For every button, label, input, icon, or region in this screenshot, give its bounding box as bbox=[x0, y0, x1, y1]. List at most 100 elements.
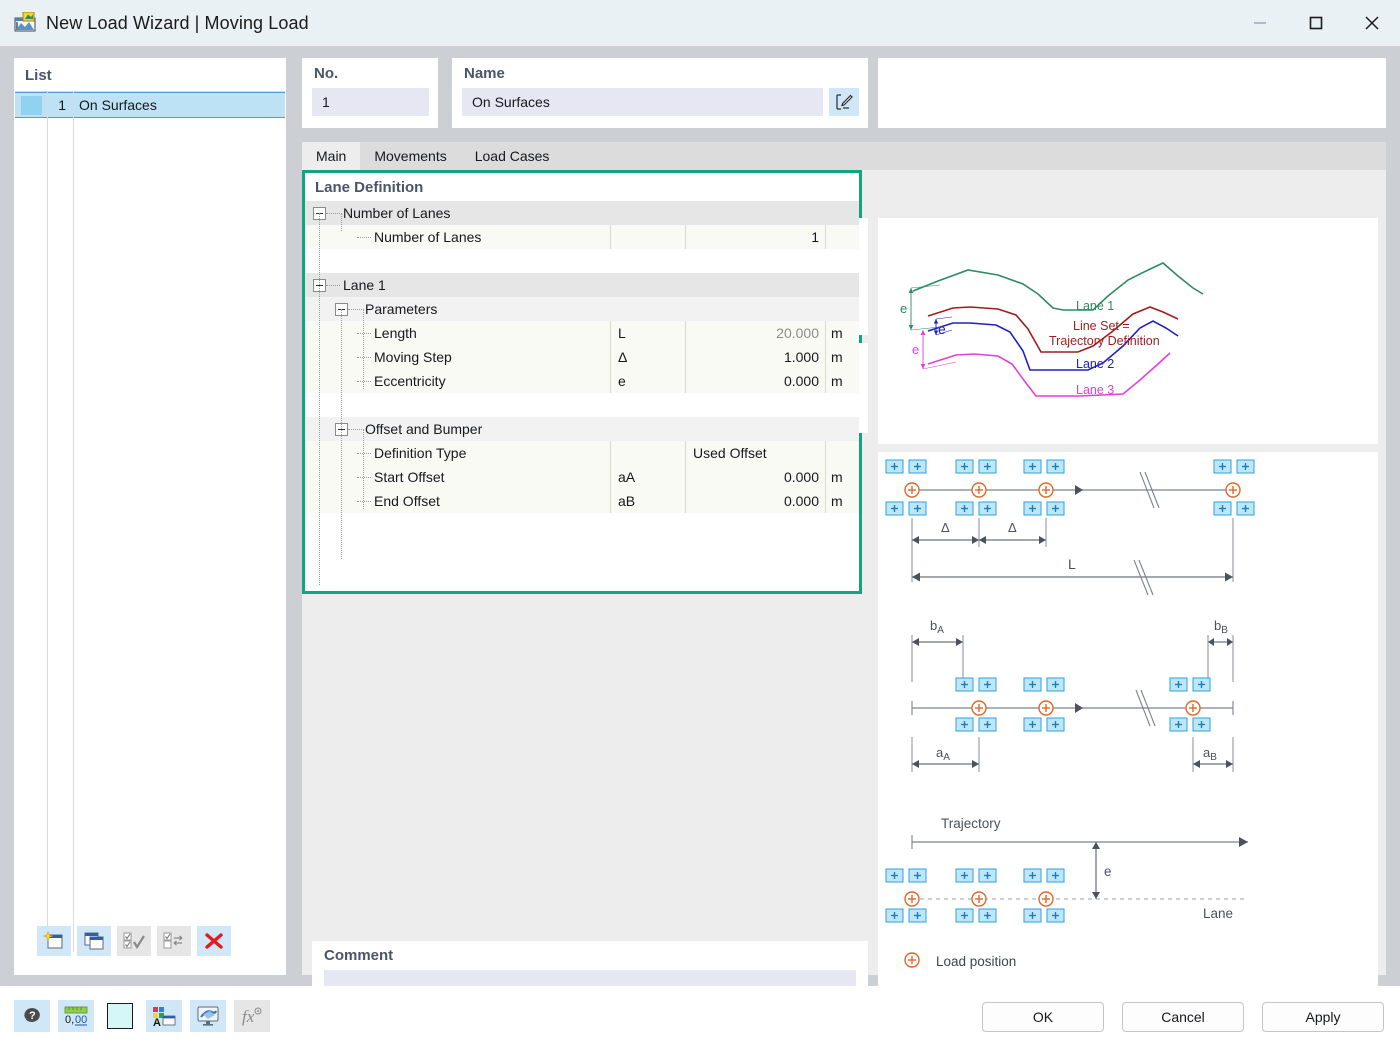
tree-row-symbol: e bbox=[610, 369, 685, 393]
tree-connector-vertical bbox=[363, 309, 364, 389]
name-label: Name bbox=[464, 65, 505, 82]
tree-row-label-cell: Parameters bbox=[305, 297, 857, 321]
tree-row[interactable]: Definition Type Used Offset bbox=[305, 441, 859, 465]
tree-row-value[interactable]: 1 bbox=[685, 225, 825, 249]
display-properties-button[interactable]: A bbox=[146, 1000, 182, 1032]
blank-card bbox=[878, 58, 1386, 128]
lane3-label: Lane 3 bbox=[1076, 383, 1114, 397]
diagram-block-eccentricity: Trajectory e Lane Load position bbox=[885, 816, 1248, 969]
tree-row-label-cell: Offset and Bumper bbox=[305, 417, 857, 441]
tree-row[interactable]: Eccentricity e 0.000 m bbox=[305, 369, 859, 393]
tree-connector bbox=[326, 284, 340, 286]
lane-definition-tree[interactable]: Number of Lanes Number of Lanes 1 Lane 1 Par… bbox=[305, 201, 859, 585]
tree-row-value[interactable]: 1.000 bbox=[685, 345, 825, 369]
tree-row[interactable] bbox=[305, 393, 859, 417]
close-icon[interactable] bbox=[1344, 0, 1400, 46]
number-card: No. 1 bbox=[302, 58, 438, 128]
tree-row[interactable]: Number of Lanes 1 bbox=[305, 225, 859, 249]
tree-row[interactable]: Moving Step Δ 1.000 m bbox=[305, 345, 859, 369]
delete-item-button[interactable] bbox=[197, 926, 231, 956]
lineset-label-line1: Line Set = bbox=[1073, 319, 1130, 333]
list-item[interactable]: 1 On Surfaces bbox=[15, 92, 285, 118]
tree-row-label-cell bbox=[305, 249, 857, 273]
tree-row-symbol: L bbox=[610, 321, 685, 345]
tab-movements[interactable]: Movements bbox=[360, 142, 461, 170]
tree-row-label-cell: Lane 1 bbox=[305, 273, 857, 297]
tree-row[interactable]: Number of Lanes bbox=[305, 201, 859, 225]
tab-strip: Main Movements Load Cases bbox=[302, 142, 1386, 170]
tree-connector bbox=[357, 380, 371, 382]
tree-row-value[interactable]: 0.000 bbox=[685, 489, 825, 513]
tree-row[interactable]: End Offset aB 0.000 m bbox=[305, 489, 859, 513]
tree-row-label: Number of Lanes bbox=[343, 205, 451, 221]
tree-connector bbox=[326, 212, 340, 214]
list-header: List bbox=[15, 59, 285, 92]
units-button[interactable]: 0, 00 bbox=[58, 1000, 94, 1032]
help-button[interactable]: ? bbox=[14, 1000, 50, 1032]
minimize-icon[interactable] bbox=[1232, 0, 1288, 46]
window-title: New Load Wizard | Moving Load bbox=[46, 12, 309, 33]
lineset-label-line2: Trajectory Definition bbox=[1049, 334, 1160, 348]
formula-button: fx bbox=[234, 1000, 270, 1032]
tree-row-value[interactable]: 0.000 bbox=[685, 369, 825, 393]
tree-connector-vertical bbox=[341, 309, 342, 559]
cancel-button[interactable]: Cancel bbox=[1122, 1002, 1244, 1032]
load-position-legend-label: Load position bbox=[936, 954, 1016, 969]
tree-row-unit bbox=[825, 225, 857, 249]
color-swatch-icon bbox=[107, 1003, 133, 1029]
new-item-button[interactable] bbox=[37, 926, 71, 956]
load-wizard-icon bbox=[14, 11, 36, 34]
new-load-wizard-dialog: New Load Wizard | Moving Load List 1 On … bbox=[0, 0, 1400, 1050]
bA-label: bA bbox=[930, 618, 944, 636]
tree-row-label-cell: Start Offset bbox=[305, 465, 610, 489]
copy-item-button[interactable] bbox=[77, 926, 111, 956]
diagram-e-label-1: e bbox=[900, 301, 907, 316]
tree-row-value[interactable]: 0.000 bbox=[685, 465, 825, 489]
tree-row-value[interactable]: Used Offset bbox=[685, 441, 825, 465]
diagram-block-offsets: bA bB aA aB bbox=[911, 618, 1234, 772]
tree-row-label: Moving Step bbox=[374, 349, 452, 365]
tree-row-label-cell: End Offset bbox=[305, 489, 610, 513]
tree-row-unit: m bbox=[825, 321, 857, 345]
color-swatch-button[interactable] bbox=[102, 1000, 138, 1032]
tree-row[interactable]: Start Offset aA 0.000 m bbox=[305, 465, 859, 489]
number-label: No. bbox=[314, 65, 339, 82]
tree-row[interactable]: Lane 1 bbox=[305, 273, 859, 297]
ok-button[interactable]: OK bbox=[982, 1002, 1104, 1032]
svg-text:00: 00 bbox=[75, 1014, 87, 1026]
tree-row-label-cell: Eccentricity bbox=[305, 369, 610, 393]
tree-row[interactable]: Parameters bbox=[305, 297, 859, 321]
diagram-e-label-2: e bbox=[938, 321, 946, 337]
view-settings-button[interactable] bbox=[190, 1000, 226, 1032]
tree-row-symbol bbox=[610, 225, 685, 249]
maximize-icon[interactable] bbox=[1288, 0, 1344, 46]
list-toolbar bbox=[29, 920, 287, 962]
tab-load-cases[interactable]: Load Cases bbox=[460, 142, 564, 170]
tab-main[interactable]: Main bbox=[302, 142, 361, 170]
diagram-e-label-3: e bbox=[912, 342, 919, 357]
tree-row-label: Lane 1 bbox=[343, 277, 386, 293]
number-input[interactable]: 1 bbox=[312, 88, 429, 116]
tree-row[interactable]: Offset and Bumper bbox=[305, 417, 859, 441]
tree-connector bbox=[357, 332, 371, 334]
tree-row-label: Offset and Bumper bbox=[365, 421, 483, 437]
tree-row[interactable]: Length L 20.000 m bbox=[305, 321, 859, 345]
main-tab-content: Generate on On Surfaces Surfaces No. 1-8 bbox=[302, 170, 1386, 1003]
window-controls bbox=[1232, 0, 1400, 46]
tree-row-unit bbox=[825, 441, 857, 465]
aB-label: aB bbox=[1203, 745, 1217, 763]
select-all-button bbox=[117, 926, 151, 956]
apply-button[interactable]: Apply bbox=[1262, 1002, 1384, 1032]
tree-row-label: Start Offset bbox=[374, 469, 445, 485]
tree-row[interactable] bbox=[305, 249, 859, 273]
tree-row-symbol: aA bbox=[610, 465, 685, 489]
tree-row-label: Eccentricity bbox=[374, 373, 446, 389]
list-item-number: 1 bbox=[58, 97, 66, 113]
list-item-name: On Surfaces bbox=[79, 97, 157, 113]
tree-row-value[interactable]: 20.000 bbox=[685, 321, 825, 345]
name-input[interactable]: On Surfaces bbox=[462, 88, 823, 116]
name-card: Name On Surfaces bbox=[452, 58, 868, 128]
list-panel: List 1 On Surfaces bbox=[14, 58, 286, 975]
tree-row-label: End Offset bbox=[374, 493, 440, 509]
pencil-edit-icon[interactable] bbox=[829, 88, 859, 116]
